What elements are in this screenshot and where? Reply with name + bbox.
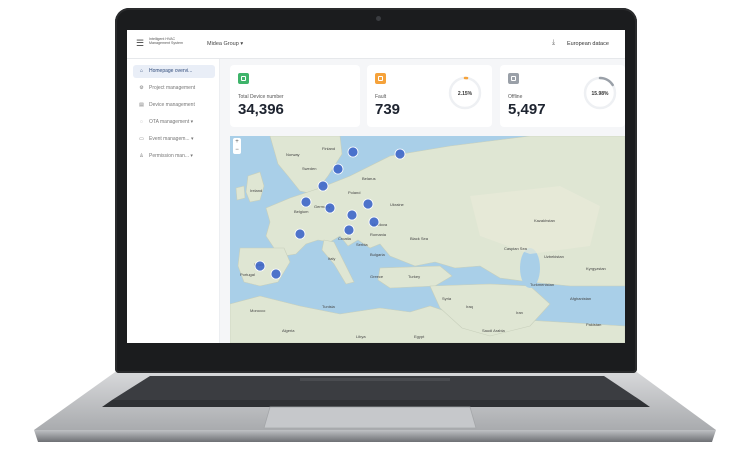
map-label: Egypt [414,334,425,339]
device-cluster-marker[interactable] [317,180,329,192]
map-label: Iran [516,310,523,315]
map-canvas[interactable]: Ireland Norway Sweden Finland Belgium Po… [230,136,625,343]
map-label: Syria [442,296,452,301]
menu-icon[interactable]: ☰ [136,39,145,48]
sidebar-item-homepage[interactable]: ⌂ Homepage overvi... [133,65,215,78]
group-selector[interactable]: Midea Group ▾ [207,41,243,47]
offline-percent-ring: 15.98% [583,76,617,110]
map-label: Uzbekistan [544,254,564,259]
device-cluster-marker[interactable] [394,148,406,160]
brand-line-2: Management System [149,41,183,45]
map-label: Kyrgyzstan [586,266,606,271]
stat-label: Fault [375,94,387,100]
offline-icon [508,73,519,84]
device-map[interactable]: Ireland Norway Sweden Finland Belgium Po… [230,136,625,343]
device-cluster-marker[interactable] [362,198,374,210]
sidebar-item-label: Homepage overvi... [149,68,193,74]
map-label: Belarus [362,176,376,181]
device-cluster-marker[interactable] [324,202,336,214]
offline-percent: 15.98% [592,91,610,97]
chevron-down-icon: ▾ [189,119,194,125]
map-label: Sweden [302,166,316,171]
stat-card-total[interactable]: Total Device number 34,396 [230,65,360,127]
map-label: Ukraine [390,202,405,207]
stat-value: 739 [375,101,401,118]
fault-percent: 2.15% [458,91,473,97]
device-cluster-marker[interactable] [332,163,344,175]
device-cluster-marker[interactable] [294,228,306,240]
zoom-out-button[interactable]: − [233,146,241,154]
map-label: Turkey [408,274,420,279]
map-label: Finland [322,146,335,151]
project-icon: ⚙ [139,85,144,91]
map-label: Serbia [356,242,368,247]
map-label: Greece [370,274,384,279]
device-cluster-marker[interactable] [300,196,312,208]
station-selector[interactable]: European datace [567,41,609,47]
map-label: Belgium [294,209,309,214]
download-icon[interactable]: ⤓ [552,39,555,47]
event-icon: ▭ [139,136,144,142]
map-label: Italy [328,256,335,261]
ota-icon: ◌ [140,119,143,125]
device-cluster-marker[interactable] [270,268,282,280]
zoom-in-button[interactable]: + [233,138,241,146]
sidebar-item-label: OTA management [149,119,190,125]
map-label: Caspian Sea [504,246,528,251]
fault-icon [375,73,386,84]
map-label: Norway [286,152,300,157]
stat-card-fault[interactable]: Fault 739 2.15% [367,65,492,127]
device-cluster-marker[interactable] [254,260,266,272]
stat-label: Total Device number [238,94,284,100]
map-label: Tunisia [322,304,336,309]
home-icon: ⌂ [139,68,144,74]
map-label: Turkmenistan [530,282,554,287]
sidebar-item-label: Event managem... [149,136,190,142]
sidebar-item-label: Project management [149,85,196,91]
device-cluster-marker[interactable] [346,209,358,221]
map-label: Afghanistan [570,296,591,301]
map-label: Portugal [240,272,255,277]
sidebar-item-label: Permission man... [149,153,190,159]
map-label: Pakistan [586,322,601,327]
map-label: Black Sea [410,236,429,241]
sidebar-item-project[interactable]: ⚙ Project management [133,82,215,95]
sidebar-item-label: Device management [149,102,195,108]
stat-label: Offline [508,94,523,100]
map-label: Kazakhstan [534,218,555,223]
sidebar-item-device[interactable]: ▤ Device management [133,99,215,112]
app-screen: ☰ Intelligent HVAC Management System Mid… [127,30,625,343]
map-label: Libya [356,334,366,339]
sidebar-item-ota[interactable]: ◌ OTA management ▾ [133,116,215,129]
map-label: Algeria [282,328,295,333]
stat-card-offline[interactable]: Offline 5,497 15.98% [500,65,625,127]
chevron-down-icon: ▾ [189,153,193,159]
chevron-down-icon: ▾ [189,136,194,142]
map-label: Morocco [250,308,266,313]
permission-icon: ♙ [139,153,144,159]
sidebar: ⌂ Homepage overvi... ⚙ Project management … [127,59,220,343]
stat-value: 34,396 [238,101,284,118]
device-cluster-marker[interactable] [343,224,355,236]
map-label: Saudi Arabia [482,328,505,333]
map-label: Romania [370,232,387,237]
stat-value: 5,497 [508,101,546,118]
map-label: Iraq [466,304,473,309]
webcam [376,16,381,21]
map-label: Croatia [338,236,352,241]
fault-percent-ring: 2.15% [448,76,482,110]
top-bar: ☰ Intelligent HVAC Management System Mid… [127,30,625,59]
device-total-icon [238,73,249,84]
map-zoom-control: + − [233,138,241,154]
sidebar-item-permission[interactable]: ♙ Permission man... ▾ [133,150,215,163]
map-label: Bulgaria [370,252,385,257]
sidebar-item-event[interactable]: ▭ Event managem... ▾ [133,133,215,146]
map-label: Ireland [250,188,262,193]
app-brand: Intelligent HVAC Management System [149,37,189,45]
device-cluster-marker[interactable] [347,146,359,158]
map-label: Poland [348,190,360,195]
device-icon: ▤ [139,102,144,108]
device-cluster-marker[interactable] [368,216,380,228]
